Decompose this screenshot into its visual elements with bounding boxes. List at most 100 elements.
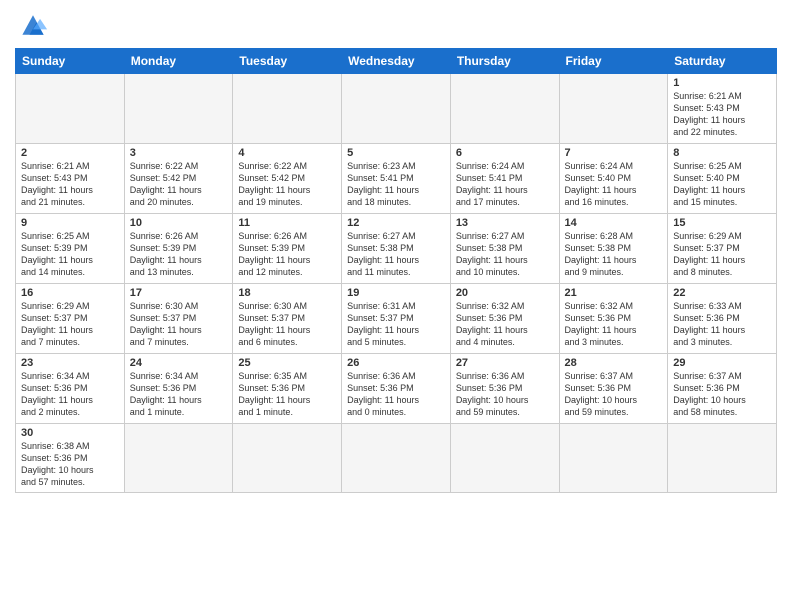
day-number: 23	[21, 357, 119, 369]
day-number: 18	[238, 287, 336, 299]
page: SundayMondayTuesdayWednesdayThursdayFrid…	[0, 0, 792, 612]
day-cell: 26Sunrise: 6:36 AM Sunset: 5:36 PM Dayli…	[342, 354, 451, 424]
logo-icon	[15, 10, 51, 40]
day-info: Sunrise: 6:32 AM Sunset: 5:36 PM Dayligh…	[456, 300, 554, 349]
day-info: Sunrise: 6:21 AM Sunset: 5:43 PM Dayligh…	[673, 90, 771, 139]
day-cell	[342, 74, 451, 144]
day-cell	[233, 74, 342, 144]
day-number: 9	[21, 217, 119, 229]
day-cell: 9Sunrise: 6:25 AM Sunset: 5:39 PM Daylig…	[16, 214, 125, 284]
day-cell: 30Sunrise: 6:38 AM Sunset: 5:36 PM Dayli…	[16, 424, 125, 493]
day-number: 30	[21, 427, 119, 439]
day-info: Sunrise: 6:25 AM Sunset: 5:40 PM Dayligh…	[673, 160, 771, 209]
day-cell: 7Sunrise: 6:24 AM Sunset: 5:40 PM Daylig…	[559, 144, 668, 214]
day-cell	[16, 74, 125, 144]
day-number: 28	[565, 357, 663, 369]
day-number: 2	[21, 147, 119, 159]
day-cell: 12Sunrise: 6:27 AM Sunset: 5:38 PM Dayli…	[342, 214, 451, 284]
day-info: Sunrise: 6:34 AM Sunset: 5:36 PM Dayligh…	[21, 370, 119, 419]
header	[15, 10, 777, 40]
day-info: Sunrise: 6:34 AM Sunset: 5:36 PM Dayligh…	[130, 370, 228, 419]
day-info: Sunrise: 6:26 AM Sunset: 5:39 PM Dayligh…	[130, 230, 228, 279]
day-cell	[342, 424, 451, 493]
day-cell: 5Sunrise: 6:23 AM Sunset: 5:41 PM Daylig…	[342, 144, 451, 214]
day-number: 19	[347, 287, 445, 299]
day-info: Sunrise: 6:37 AM Sunset: 5:36 PM Dayligh…	[673, 370, 771, 419]
calendar: SundayMondayTuesdayWednesdayThursdayFrid…	[15, 48, 777, 493]
week-row-0: 1Sunrise: 6:21 AM Sunset: 5:43 PM Daylig…	[16, 74, 777, 144]
day-info: Sunrise: 6:28 AM Sunset: 5:38 PM Dayligh…	[565, 230, 663, 279]
day-info: Sunrise: 6:30 AM Sunset: 5:37 PM Dayligh…	[238, 300, 336, 349]
day-info: Sunrise: 6:22 AM Sunset: 5:42 PM Dayligh…	[238, 160, 336, 209]
weekday-header-row: SundayMondayTuesdayWednesdayThursdayFrid…	[16, 49, 777, 74]
day-number: 8	[673, 147, 771, 159]
day-cell: 27Sunrise: 6:36 AM Sunset: 5:36 PM Dayli…	[450, 354, 559, 424]
day-cell	[124, 74, 233, 144]
day-number: 5	[347, 147, 445, 159]
day-number: 3	[130, 147, 228, 159]
day-cell: 23Sunrise: 6:34 AM Sunset: 5:36 PM Dayli…	[16, 354, 125, 424]
weekday-header-wednesday: Wednesday	[342, 49, 451, 74]
week-row-5: 30Sunrise: 6:38 AM Sunset: 5:36 PM Dayli…	[16, 424, 777, 493]
day-cell: 21Sunrise: 6:32 AM Sunset: 5:36 PM Dayli…	[559, 284, 668, 354]
day-info: Sunrise: 6:35 AM Sunset: 5:36 PM Dayligh…	[238, 370, 336, 419]
day-number: 4	[238, 147, 336, 159]
weekday-header-thursday: Thursday	[450, 49, 559, 74]
day-cell: 25Sunrise: 6:35 AM Sunset: 5:36 PM Dayli…	[233, 354, 342, 424]
day-cell	[450, 424, 559, 493]
day-cell: 3Sunrise: 6:22 AM Sunset: 5:42 PM Daylig…	[124, 144, 233, 214]
day-cell: 1Sunrise: 6:21 AM Sunset: 5:43 PM Daylig…	[668, 74, 777, 144]
day-cell	[124, 424, 233, 493]
day-info: Sunrise: 6:23 AM Sunset: 5:41 PM Dayligh…	[347, 160, 445, 209]
day-cell	[668, 424, 777, 493]
day-cell: 16Sunrise: 6:29 AM Sunset: 5:37 PM Dayli…	[16, 284, 125, 354]
day-number: 10	[130, 217, 228, 229]
day-number: 12	[347, 217, 445, 229]
day-info: Sunrise: 6:27 AM Sunset: 5:38 PM Dayligh…	[456, 230, 554, 279]
day-cell: 28Sunrise: 6:37 AM Sunset: 5:36 PM Dayli…	[559, 354, 668, 424]
day-cell: 6Sunrise: 6:24 AM Sunset: 5:41 PM Daylig…	[450, 144, 559, 214]
day-number: 22	[673, 287, 771, 299]
weekday-header-friday: Friday	[559, 49, 668, 74]
day-info: Sunrise: 6:27 AM Sunset: 5:38 PM Dayligh…	[347, 230, 445, 279]
day-cell: 2Sunrise: 6:21 AM Sunset: 5:43 PM Daylig…	[16, 144, 125, 214]
day-cell: 17Sunrise: 6:30 AM Sunset: 5:37 PM Dayli…	[124, 284, 233, 354]
day-cell	[559, 74, 668, 144]
day-info: Sunrise: 6:33 AM Sunset: 5:36 PM Dayligh…	[673, 300, 771, 349]
day-cell	[559, 424, 668, 493]
day-number: 1	[673, 77, 771, 89]
day-number: 14	[565, 217, 663, 229]
day-cell: 13Sunrise: 6:27 AM Sunset: 5:38 PM Dayli…	[450, 214, 559, 284]
day-info: Sunrise: 6:21 AM Sunset: 5:43 PM Dayligh…	[21, 160, 119, 209]
day-cell: 29Sunrise: 6:37 AM Sunset: 5:36 PM Dayli…	[668, 354, 777, 424]
day-info: Sunrise: 6:24 AM Sunset: 5:41 PM Dayligh…	[456, 160, 554, 209]
day-info: Sunrise: 6:38 AM Sunset: 5:36 PM Dayligh…	[21, 440, 119, 489]
week-row-1: 2Sunrise: 6:21 AM Sunset: 5:43 PM Daylig…	[16, 144, 777, 214]
week-row-2: 9Sunrise: 6:25 AM Sunset: 5:39 PM Daylig…	[16, 214, 777, 284]
day-cell: 24Sunrise: 6:34 AM Sunset: 5:36 PM Dayli…	[124, 354, 233, 424]
week-row-3: 16Sunrise: 6:29 AM Sunset: 5:37 PM Dayli…	[16, 284, 777, 354]
day-cell: 20Sunrise: 6:32 AM Sunset: 5:36 PM Dayli…	[450, 284, 559, 354]
day-number: 17	[130, 287, 228, 299]
day-number: 26	[347, 357, 445, 369]
day-cell: 22Sunrise: 6:33 AM Sunset: 5:36 PM Dayli…	[668, 284, 777, 354]
day-cell: 19Sunrise: 6:31 AM Sunset: 5:37 PM Dayli…	[342, 284, 451, 354]
day-cell: 18Sunrise: 6:30 AM Sunset: 5:37 PM Dayli…	[233, 284, 342, 354]
day-info: Sunrise: 6:36 AM Sunset: 5:36 PM Dayligh…	[456, 370, 554, 419]
day-number: 25	[238, 357, 336, 369]
day-info: Sunrise: 6:29 AM Sunset: 5:37 PM Dayligh…	[673, 230, 771, 279]
day-number: 6	[456, 147, 554, 159]
day-info: Sunrise: 6:25 AM Sunset: 5:39 PM Dayligh…	[21, 230, 119, 279]
day-info: Sunrise: 6:29 AM Sunset: 5:37 PM Dayligh…	[21, 300, 119, 349]
day-number: 11	[238, 217, 336, 229]
weekday-header-tuesday: Tuesday	[233, 49, 342, 74]
day-cell: 10Sunrise: 6:26 AM Sunset: 5:39 PM Dayli…	[124, 214, 233, 284]
day-cell: 15Sunrise: 6:29 AM Sunset: 5:37 PM Dayli…	[668, 214, 777, 284]
day-cell: 4Sunrise: 6:22 AM Sunset: 5:42 PM Daylig…	[233, 144, 342, 214]
day-cell: 11Sunrise: 6:26 AM Sunset: 5:39 PM Dayli…	[233, 214, 342, 284]
day-info: Sunrise: 6:31 AM Sunset: 5:37 PM Dayligh…	[347, 300, 445, 349]
day-cell: 14Sunrise: 6:28 AM Sunset: 5:38 PM Dayli…	[559, 214, 668, 284]
day-info: Sunrise: 6:30 AM Sunset: 5:37 PM Dayligh…	[130, 300, 228, 349]
day-number: 7	[565, 147, 663, 159]
day-number: 13	[456, 217, 554, 229]
